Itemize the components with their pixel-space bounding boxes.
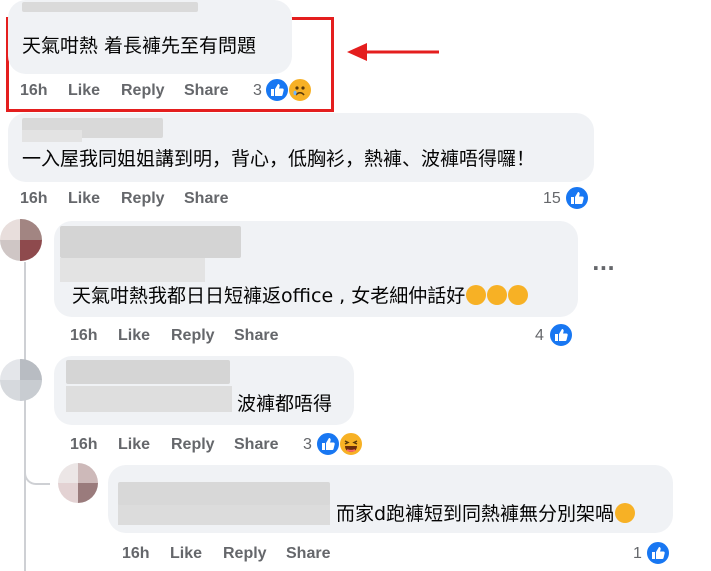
blurred-author-name	[66, 360, 230, 384]
like-button[interactable]: Like	[68, 190, 100, 208]
reaction-count[interactable]: 15	[543, 190, 561, 208]
red-arrow-icon	[347, 43, 439, 61]
comment-time[interactable]: 16h	[20, 82, 48, 100]
comment-actions: 16h Like Reply Share	[20, 190, 240, 210]
comment-time[interactable]: 16h	[20, 190, 48, 208]
comment-actions: 16h Like Reply Share	[20, 82, 240, 102]
comment-actions: 16h Like Reply Share	[122, 545, 342, 565]
comment-actions: 16h Like Reply Share	[70, 327, 290, 347]
more-options-button[interactable]: ···	[592, 256, 615, 280]
comment-time[interactable]: 16h	[70, 436, 98, 454]
comment-text-body: 而家d跑褲短到同熱褲無分別架喎	[336, 503, 615, 525]
sad-reaction-icon	[288, 78, 312, 102]
thread-line	[24, 262, 26, 571]
rofl-emoji-icon	[487, 285, 508, 305]
share-button[interactable]: Share	[184, 190, 228, 208]
blurred-author-name	[118, 505, 330, 525]
blurred-author-name	[60, 258, 205, 282]
haha-reaction-icon	[339, 432, 363, 456]
reply-button[interactable]: Reply	[121, 190, 165, 208]
reply-button[interactable]: Reply	[171, 436, 215, 454]
reaction-count[interactable]: 4	[535, 327, 544, 345]
comment-text: 而家d跑褲短到同熱褲無分別架喎	[336, 502, 636, 526]
comment-time[interactable]: 16h	[122, 545, 150, 563]
rofl-emoji-icon	[466, 285, 487, 305]
avatar[interactable]	[0, 359, 42, 401]
blurred-author-name	[66, 386, 232, 412]
avatar[interactable]	[0, 219, 42, 261]
comment-text: 一入屋我同姐姐講到明，背心，低胸衫，熱褲、波褲唔得囉！	[22, 148, 536, 170]
blurred-author-name	[22, 130, 82, 142]
reply-button[interactable]: Reply	[223, 545, 267, 563]
like-reaction-icon	[549, 323, 573, 347]
comment-text-body: 天氣咁熱我都日日短褲返office , 女老細仲話好	[72, 285, 466, 307]
reply-button[interactable]: Reply	[121, 82, 165, 100]
comment-text: 天氣咁熱我都日日短褲返office , 女老細仲話好	[72, 284, 529, 308]
like-button[interactable]: Like	[118, 436, 150, 454]
blurred-author-name	[60, 226, 241, 258]
share-button[interactable]: Share	[234, 327, 278, 345]
like-button[interactable]: Like	[68, 82, 100, 100]
like-reaction-icon	[565, 186, 589, 210]
reaction-count[interactable]: 3	[253, 82, 262, 100]
comment-text: 天氣咁熱 着長褲先至有問題	[22, 35, 257, 57]
blurred-author-name	[118, 482, 330, 506]
reaction-count[interactable]: 3	[303, 436, 312, 454]
comment-actions: 16h Like Reply Share	[70, 436, 290, 456]
rofl-emoji-icon	[508, 285, 529, 305]
like-reaction-icon	[265, 78, 289, 102]
share-button[interactable]: Share	[184, 82, 228, 100]
comment-text: 波褲都唔得	[237, 393, 333, 415]
reply-button[interactable]: Reply	[171, 327, 215, 345]
share-button[interactable]: Share	[286, 545, 330, 563]
blurred-author-name	[22, 2, 198, 12]
comment-time[interactable]: 16h	[70, 327, 98, 345]
thread-curve	[24, 455, 50, 485]
like-reaction-icon	[646, 541, 670, 565]
like-button[interactable]: Like	[170, 545, 202, 563]
like-button[interactable]: Like	[118, 327, 150, 345]
avatar[interactable]	[58, 463, 98, 503]
reaction-count[interactable]: 1	[633, 545, 642, 563]
like-reaction-icon	[316, 432, 340, 456]
share-button[interactable]: Share	[234, 436, 278, 454]
sweat-emoji-icon	[615, 503, 636, 523]
